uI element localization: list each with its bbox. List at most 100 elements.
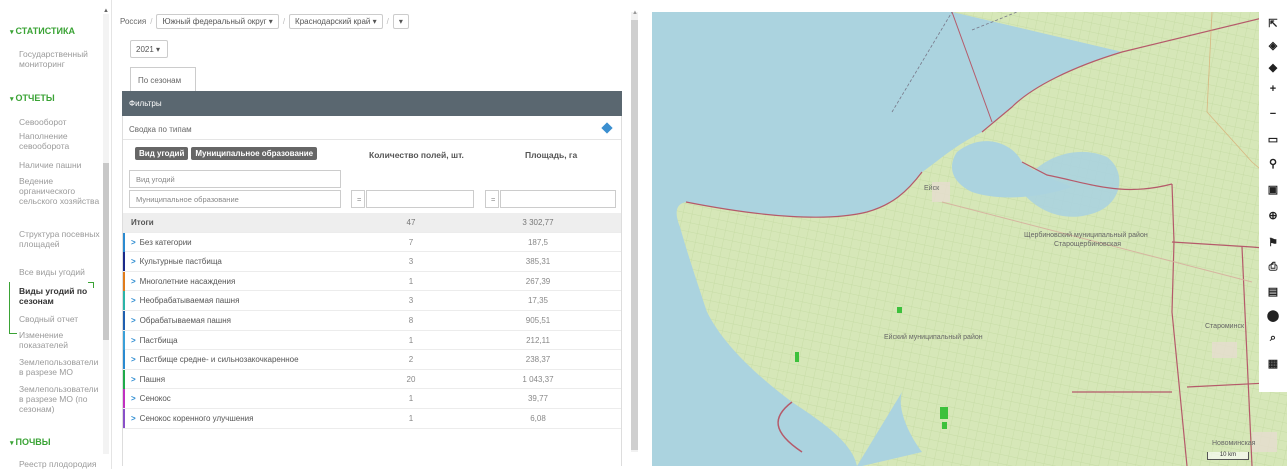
pin-icon[interactable]: ⚲ <box>1259 152 1287 174</box>
ruler-icon[interactable]: ▭ <box>1259 128 1287 150</box>
sidebar-item-structure[interactable]: Структура посевных площадей <box>19 229 103 249</box>
region-select[interactable]: Краснодарский край ▾ <box>289 13 383 29</box>
select-tool-icon[interactable]: ⇱ <box>1259 12 1287 34</box>
caret-down-icon: ▾ <box>372 16 377 26</box>
sidebar-item-landusers-mo[interactable]: Землепользователи в разрезе МО <box>19 357 103 377</box>
summary-header: Сводка по типам <box>123 116 621 140</box>
row-color-marker <box>123 310 125 330</box>
breadcrumb: Россия / Южный федеральный округ ▾ / Кра… <box>120 12 409 30</box>
tab-by-season[interactable]: По сезонам <box>130 67 196 91</box>
map-canvas <box>652 12 1287 466</box>
print-icon[interactable]: ⎙ <box>1259 256 1287 278</box>
sidebar-item-arable[interactable]: Наличие пашни <box>19 160 103 170</box>
area-filter-input[interactable] <box>500 190 616 208</box>
chevron-right-icon[interactable]: > <box>131 238 136 247</box>
chevron-right-icon[interactable]: > <box>131 277 136 286</box>
filters-header[interactable]: Фильтры <box>122 91 622 116</box>
sidebar-item-summary[interactable]: Сводный отчет <box>19 314 103 324</box>
layers-icon[interactable]: ◈ <box>1259 34 1287 56</box>
table-row[interactable]: > Сенокос 1 39,77 <box>123 389 621 409</box>
count-operator[interactable]: = <box>351 190 365 208</box>
sidebar-item-types-by-season[interactable]: Виды угодий по сезонам <box>19 286 103 306</box>
map[interactable]: Ейский муниципальный район Щербиновский … <box>652 12 1287 466</box>
sidebar-item-changes[interactable]: Изменение показателей <box>19 330 103 350</box>
chevron-right-icon[interactable]: > <box>131 257 136 266</box>
table-row[interactable]: > Пастбище средне- и сильнозакочкаренное 2… <box>123 350 621 370</box>
pivot-settings-icon[interactable] <box>601 122 613 134</box>
table-row[interactable]: > Пашня 20 1 043,37 <box>123 369 621 390</box>
sidebar-item-organic[interactable]: Ведение органического сельского хозяйств… <box>19 176 103 206</box>
table-row-total: Итоги 47 3 302,77 <box>123 213 621 233</box>
caret-down-icon: ▾ <box>10 440 14 447</box>
land-type-filter-field[interactable]: Вид угодий <box>129 170 341 188</box>
map-label-novominskaya: Новоминская <box>1212 440 1256 447</box>
flag-icon[interactable]: ⚑ <box>1259 231 1287 253</box>
scroll-up-arrow-icon[interactable]: ▲ <box>103 8 109 14</box>
scroll-up-arrow-icon[interactable]: ▲ <box>632 10 638 16</box>
caret-down-icon: ▾ <box>10 29 14 36</box>
table-row[interactable]: > Обрабатываемая пашня 8 905,51 <box>123 310 621 331</box>
row-color-marker <box>123 389 125 409</box>
sidebar-item-all-types[interactable]: Все виды угодий <box>19 267 103 277</box>
map-toolbar: ⇱ ◈ ◆ + − ▭ ⚲ ▣ ⊕ ⚑ ⎙ ▤ ⬤ ⌕ ▦ <box>1259 12 1287 392</box>
chevron-right-icon[interactable]: > <box>131 394 136 403</box>
sidebar-item-landusers-mo-season[interactable]: Землепользователи в разрезе МО (по сезон… <box>19 384 103 414</box>
table-row[interactable]: > Пастбища 1 212,11 <box>123 330 621 351</box>
map-label-shcherbinovsky-district: Щербиновский муниципальный район <box>1024 232 1148 239</box>
sidebar-item-fertility[interactable]: Реестр плодородия <box>19 459 103 469</box>
chevron-right-icon[interactable]: > <box>131 375 136 384</box>
main-scrollbar-thumb[interactable] <box>631 20 638 450</box>
chevron-right-icon[interactable]: > <box>131 355 136 364</box>
count-filter-input[interactable] <box>366 190 474 208</box>
map-label-yeysk-district: Ейский муниципальный район <box>884 334 983 341</box>
chip-land-type[interactable]: Вид угодий <box>135 147 189 160</box>
area-operator[interactable]: = <box>485 190 499 208</box>
column-header-area[interactable]: Площадь, га <box>525 150 577 160</box>
row-color-marker <box>123 369 125 389</box>
sidebar: ▾ СТАТИСТИКА Государственный мониторинг ▾… <box>0 0 112 469</box>
caret-down-icon: ▾ <box>398 16 403 26</box>
report-panel: Сводка по типам Вид угодий Муниципальное… <box>122 116 622 466</box>
map-scale: 10 km <box>1207 452 1249 460</box>
active-indicator <box>9 282 17 334</box>
map-label-starominskaya: Староминск <box>1205 323 1245 330</box>
zoom-area-icon[interactable]: ⊕ <box>1259 204 1287 226</box>
sidebar-item-crop-rotation[interactable]: Севооборот <box>19 117 103 127</box>
zoom-out-icon[interactable]: − <box>1259 103 1287 125</box>
layers-alt-icon[interactable]: ◆ <box>1259 56 1287 78</box>
table-row[interactable]: > Необрабатываемая пашня 3 17,35 <box>123 291 621 311</box>
sidebar-section-statistics[interactable]: ▾ СТАТИСТИКА <box>0 26 75 36</box>
chevron-right-icon[interactable]: > <box>131 296 136 305</box>
column-header-count[interactable]: Количество полей, шт. <box>369 150 464 160</box>
breadcrumb-country[interactable]: Россия <box>120 17 146 26</box>
table-row[interactable]: > Без категории 7 187,5 <box>123 232 621 253</box>
sidebar-section-reports[interactable]: ▾ ОТЧЕТЫ <box>0 93 55 103</box>
row-color-marker <box>123 252 125 272</box>
municipality-select[interactable]: ▾ <box>392 13 409 29</box>
table-row[interactable]: > Сенокос коренного улучшения 1 6,08 <box>123 408 621 429</box>
active-indicator-corner <box>88 282 94 288</box>
search-icon[interactable]: ⌕ <box>1259 327 1287 349</box>
caret-down-icon: ▾ <box>268 16 273 26</box>
year-select[interactable]: 2021 ▾ <box>130 40 168 58</box>
district-select[interactable]: Южный федеральный округ ▾ <box>156 13 279 29</box>
layout-icon[interactable]: ▤ <box>1259 280 1287 302</box>
zoom-in-icon[interactable]: + <box>1259 78 1287 100</box>
row-color-marker <box>123 408 125 428</box>
municipality-filter-field[interactable]: Муниципальное образование <box>129 190 341 208</box>
sidebar-item-monitoring[interactable]: Государственный мониторинг <box>19 49 103 69</box>
sidebar-section-soils[interactable]: ▾ ПОЧВЫ <box>0 437 51 447</box>
sidebar-item-rotation-fill[interactable]: Наполнение севооборота <box>19 131 103 151</box>
chip-municipality[interactable]: Муниципальное образование <box>191 147 318 160</box>
location-icon[interactable]: ⬤ <box>1259 304 1287 326</box>
table-row[interactable]: > Многолетние насаждения 1 267,39 <box>123 271 621 292</box>
chevron-right-icon[interactable]: > <box>131 316 136 325</box>
report-icon[interactable]: ▦ <box>1259 352 1287 374</box>
chevron-right-icon[interactable]: > <box>131 414 136 423</box>
sidebar-scrollbar-thumb[interactable] <box>103 163 109 340</box>
map-label-starosherbinovskaya: Старощербиновская <box>1054 241 1122 248</box>
table-row[interactable]: > Культурные пастбища 3 385,31 <box>123 252 621 272</box>
chevron-right-icon[interactable]: > <box>131 336 136 345</box>
caret-down-icon: ▾ <box>10 96 14 103</box>
rectangle-icon[interactable]: ▣ <box>1259 178 1287 200</box>
